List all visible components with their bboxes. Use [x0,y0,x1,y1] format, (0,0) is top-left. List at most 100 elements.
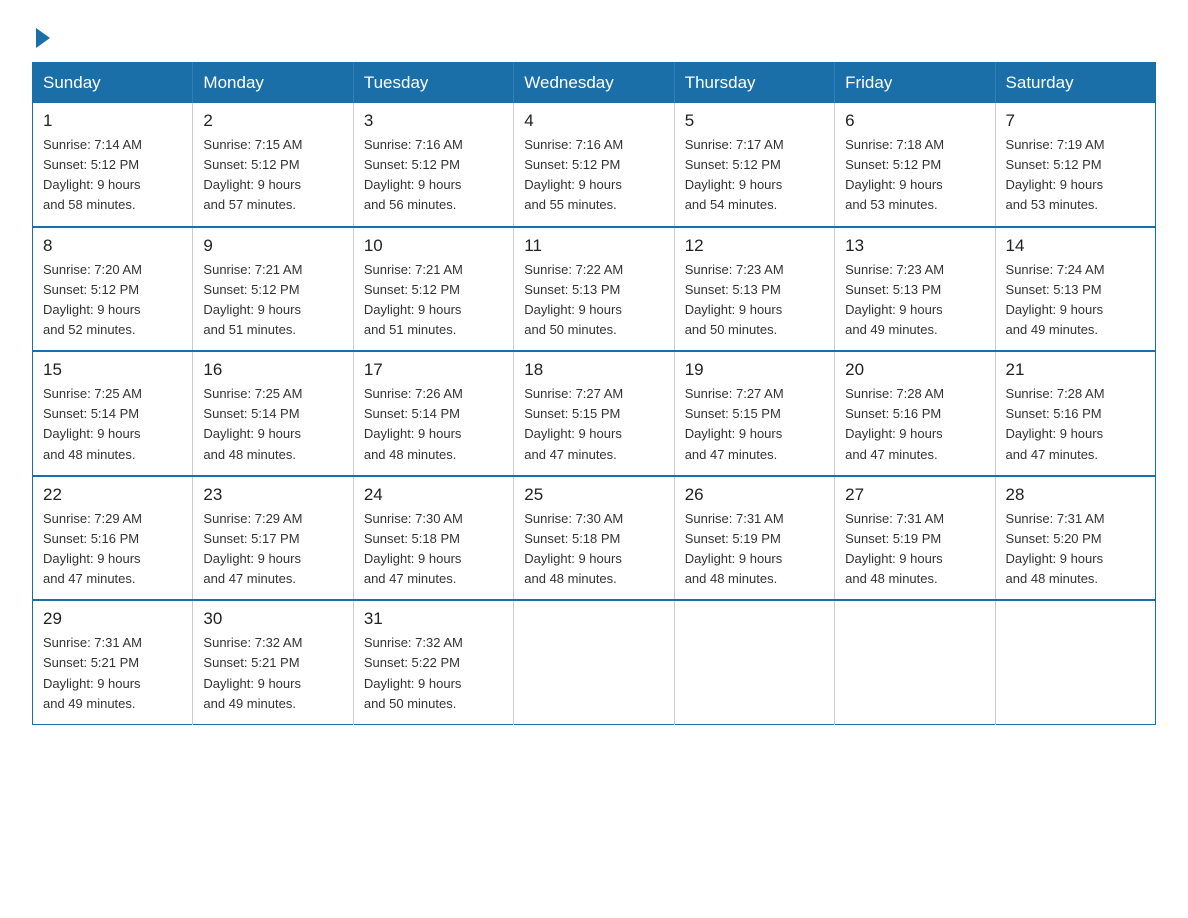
day-number: 18 [524,360,663,380]
day-number: 28 [1006,485,1145,505]
calendar-day-cell: 22 Sunrise: 7:29 AMSunset: 5:16 PMDaylig… [33,476,193,601]
day-info: Sunrise: 7:26 AMSunset: 5:14 PMDaylight:… [364,384,503,465]
day-number: 13 [845,236,984,256]
calendar-week-row: 22 Sunrise: 7:29 AMSunset: 5:16 PMDaylig… [33,476,1156,601]
page-header [32,24,1156,44]
calendar-day-cell: 17 Sunrise: 7:26 AMSunset: 5:14 PMDaylig… [353,351,513,476]
day-number: 15 [43,360,182,380]
day-info: Sunrise: 7:32 AMSunset: 5:21 PMDaylight:… [203,633,342,714]
day-number: 2 [203,111,342,131]
calendar-day-cell: 2 Sunrise: 7:15 AMSunset: 5:12 PMDayligh… [193,103,353,227]
calendar-day-cell: 10 Sunrise: 7:21 AMSunset: 5:12 PMDaylig… [353,227,513,352]
day-info: Sunrise: 7:28 AMSunset: 5:16 PMDaylight:… [845,384,984,465]
calendar-day-cell: 23 Sunrise: 7:29 AMSunset: 5:17 PMDaylig… [193,476,353,601]
day-info: Sunrise: 7:14 AMSunset: 5:12 PMDaylight:… [43,135,182,216]
day-info: Sunrise: 7:19 AMSunset: 5:12 PMDaylight:… [1006,135,1145,216]
calendar-day-cell: 28 Sunrise: 7:31 AMSunset: 5:20 PMDaylig… [995,476,1155,601]
day-number: 8 [43,236,182,256]
day-info: Sunrise: 7:16 AMSunset: 5:12 PMDaylight:… [364,135,503,216]
day-number: 24 [364,485,503,505]
day-info: Sunrise: 7:29 AMSunset: 5:17 PMDaylight:… [203,509,342,590]
day-info: Sunrise: 7:21 AMSunset: 5:12 PMDaylight:… [203,260,342,341]
day-number: 11 [524,236,663,256]
day-number: 17 [364,360,503,380]
day-info: Sunrise: 7:32 AMSunset: 5:22 PMDaylight:… [364,633,503,714]
header-saturday: Saturday [995,63,1155,104]
calendar-day-cell: 16 Sunrise: 7:25 AMSunset: 5:14 PMDaylig… [193,351,353,476]
logo [32,24,50,44]
calendar-day-cell: 19 Sunrise: 7:27 AMSunset: 5:15 PMDaylig… [674,351,834,476]
day-number: 9 [203,236,342,256]
day-number: 3 [364,111,503,131]
logo-arrow-icon [36,28,50,48]
day-info: Sunrise: 7:27 AMSunset: 5:15 PMDaylight:… [524,384,663,465]
header-friday: Friday [835,63,995,104]
day-info: Sunrise: 7:20 AMSunset: 5:12 PMDaylight:… [43,260,182,341]
header-monday: Monday [193,63,353,104]
day-number: 16 [203,360,342,380]
calendar-day-cell: 20 Sunrise: 7:28 AMSunset: 5:16 PMDaylig… [835,351,995,476]
calendar-day-cell: 6 Sunrise: 7:18 AMSunset: 5:12 PMDayligh… [835,103,995,227]
calendar-day-cell [835,600,995,724]
calendar-day-cell: 27 Sunrise: 7:31 AMSunset: 5:19 PMDaylig… [835,476,995,601]
calendar-day-cell [995,600,1155,724]
day-number: 23 [203,485,342,505]
calendar-day-cell: 26 Sunrise: 7:31 AMSunset: 5:19 PMDaylig… [674,476,834,601]
day-info: Sunrise: 7:30 AMSunset: 5:18 PMDaylight:… [524,509,663,590]
calendar-day-cell: 31 Sunrise: 7:32 AMSunset: 5:22 PMDaylig… [353,600,513,724]
day-info: Sunrise: 7:16 AMSunset: 5:12 PMDaylight:… [524,135,663,216]
day-info: Sunrise: 7:18 AMSunset: 5:12 PMDaylight:… [845,135,984,216]
calendar-week-row: 15 Sunrise: 7:25 AMSunset: 5:14 PMDaylig… [33,351,1156,476]
calendar-day-cell: 8 Sunrise: 7:20 AMSunset: 5:12 PMDayligh… [33,227,193,352]
calendar-day-cell: 21 Sunrise: 7:28 AMSunset: 5:16 PMDaylig… [995,351,1155,476]
calendar-day-cell [514,600,674,724]
day-info: Sunrise: 7:24 AMSunset: 5:13 PMDaylight:… [1006,260,1145,341]
day-info: Sunrise: 7:31 AMSunset: 5:19 PMDaylight:… [685,509,824,590]
calendar-week-row: 1 Sunrise: 7:14 AMSunset: 5:12 PMDayligh… [33,103,1156,227]
header-wednesday: Wednesday [514,63,674,104]
day-number: 21 [1006,360,1145,380]
calendar-week-row: 8 Sunrise: 7:20 AMSunset: 5:12 PMDayligh… [33,227,1156,352]
day-number: 27 [845,485,984,505]
day-number: 22 [43,485,182,505]
calendar-day-cell [674,600,834,724]
header-tuesday: Tuesday [353,63,513,104]
header-thursday: Thursday [674,63,834,104]
day-number: 4 [524,111,663,131]
day-info: Sunrise: 7:25 AMSunset: 5:14 PMDaylight:… [203,384,342,465]
day-number: 5 [685,111,824,131]
header-sunday: Sunday [33,63,193,104]
day-number: 29 [43,609,182,629]
calendar-day-cell: 30 Sunrise: 7:32 AMSunset: 5:21 PMDaylig… [193,600,353,724]
calendar-day-cell: 14 Sunrise: 7:24 AMSunset: 5:13 PMDaylig… [995,227,1155,352]
calendar-header-row: SundayMondayTuesdayWednesdayThursdayFrid… [33,63,1156,104]
day-number: 12 [685,236,824,256]
day-number: 10 [364,236,503,256]
day-info: Sunrise: 7:31 AMSunset: 5:20 PMDaylight:… [1006,509,1145,590]
calendar-day-cell: 9 Sunrise: 7:21 AMSunset: 5:12 PMDayligh… [193,227,353,352]
day-info: Sunrise: 7:31 AMSunset: 5:21 PMDaylight:… [43,633,182,714]
calendar-day-cell: 24 Sunrise: 7:30 AMSunset: 5:18 PMDaylig… [353,476,513,601]
day-info: Sunrise: 7:28 AMSunset: 5:16 PMDaylight:… [1006,384,1145,465]
calendar-day-cell: 15 Sunrise: 7:25 AMSunset: 5:14 PMDaylig… [33,351,193,476]
day-info: Sunrise: 7:31 AMSunset: 5:19 PMDaylight:… [845,509,984,590]
calendar-day-cell: 12 Sunrise: 7:23 AMSunset: 5:13 PMDaylig… [674,227,834,352]
day-number: 20 [845,360,984,380]
day-number: 26 [685,485,824,505]
day-number: 31 [364,609,503,629]
calendar-day-cell: 5 Sunrise: 7:17 AMSunset: 5:12 PMDayligh… [674,103,834,227]
calendar-day-cell: 13 Sunrise: 7:23 AMSunset: 5:13 PMDaylig… [835,227,995,352]
calendar-day-cell: 1 Sunrise: 7:14 AMSunset: 5:12 PMDayligh… [33,103,193,227]
calendar-day-cell: 3 Sunrise: 7:16 AMSunset: 5:12 PMDayligh… [353,103,513,227]
day-number: 30 [203,609,342,629]
day-info: Sunrise: 7:30 AMSunset: 5:18 PMDaylight:… [364,509,503,590]
day-info: Sunrise: 7:23 AMSunset: 5:13 PMDaylight:… [685,260,824,341]
day-info: Sunrise: 7:21 AMSunset: 5:12 PMDaylight:… [364,260,503,341]
day-info: Sunrise: 7:27 AMSunset: 5:15 PMDaylight:… [685,384,824,465]
calendar-day-cell: 25 Sunrise: 7:30 AMSunset: 5:18 PMDaylig… [514,476,674,601]
day-info: Sunrise: 7:15 AMSunset: 5:12 PMDaylight:… [203,135,342,216]
calendar-week-row: 29 Sunrise: 7:31 AMSunset: 5:21 PMDaylig… [33,600,1156,724]
day-info: Sunrise: 7:22 AMSunset: 5:13 PMDaylight:… [524,260,663,341]
calendar-table: SundayMondayTuesdayWednesdayThursdayFrid… [32,62,1156,725]
calendar-day-cell: 18 Sunrise: 7:27 AMSunset: 5:15 PMDaylig… [514,351,674,476]
